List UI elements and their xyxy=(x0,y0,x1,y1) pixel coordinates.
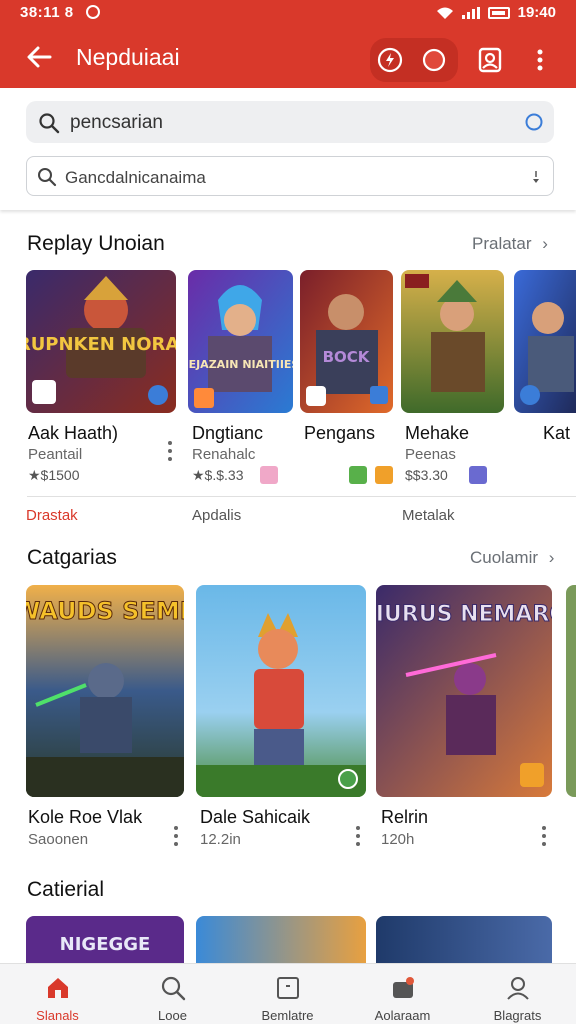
game-card-3-badge-a xyxy=(349,466,367,484)
profile-icon xyxy=(507,977,529,1000)
game-card-1-sub: Peantail xyxy=(28,446,83,463)
nav-label-profile: Blagrats xyxy=(493,1008,542,1023)
tag-metalak[interactable]: Metalak xyxy=(402,507,455,524)
third-card-2-art[interactable] xyxy=(196,916,366,964)
section-title-third: Catierial xyxy=(27,878,105,901)
game-card-1-art[interactable]: ERUPNKEN NORALI xyxy=(26,270,176,413)
category-card-3-art[interactable]: SIURUS NEMARO xyxy=(376,585,552,797)
category-card-4-art[interactable] xyxy=(566,585,576,797)
category-card-2-art[interactable] xyxy=(196,585,366,797)
notification-icon xyxy=(86,5,100,19)
status-time: 38:11 8 xyxy=(20,4,74,21)
status-bar: 38:11 8 19:40 xyxy=(0,0,576,26)
game-card-3-badge-b xyxy=(375,466,393,484)
category-card-2-sub: 12.2in xyxy=(200,831,241,848)
status-right-time: 19:40 xyxy=(517,4,556,21)
chevron-right-icon: › xyxy=(548,548,555,567)
category-card-3-menu[interactable] xyxy=(541,826,547,848)
arrow-back-icon xyxy=(27,46,52,68)
game-card-1-art-title: ERUPNKEN NORALI xyxy=(26,334,176,355)
top-app-bar: 38:11 8 19:40 Nepduiaai xyxy=(0,0,576,90)
section-link-replay[interactable]: Pralatar › xyxy=(472,234,548,254)
category-card-2-name: Dale Sahicaik xyxy=(200,807,311,827)
category-card-1-menu[interactable] xyxy=(173,826,179,848)
search-icon xyxy=(38,168,57,187)
game-card-5-art[interactable] xyxy=(514,270,576,413)
game-card-3-art[interactable]: BOCK xyxy=(300,270,393,413)
voice-search-icon[interactable] xyxy=(524,112,544,132)
game-card-2-art[interactable]: SEJAZAIN NIAITIIES xyxy=(188,270,293,413)
category-card-3-name: Relrin xyxy=(381,807,429,827)
third-card-1-art[interactable]: NIGEGGE xyxy=(26,916,184,964)
page-title: Nepduiaai xyxy=(76,44,180,70)
wifi-icon xyxy=(436,7,454,19)
category-card-3-art-title: SIURUS NEMARO xyxy=(376,602,552,627)
game-card-2-art-title: SEJAZAIN NIAITIIES xyxy=(188,358,293,371)
record-button[interactable] xyxy=(418,44,450,76)
nav-item-library[interactable]: Bemlatre xyxy=(230,964,345,1024)
game-card-1-price: ★$1500 xyxy=(28,467,80,483)
game-card-4-name: Mehake xyxy=(405,423,470,443)
game-card-4-art[interactable] xyxy=(401,270,504,413)
search-input[interactable]: pencsarian xyxy=(26,101,554,143)
game-card-4-badge xyxy=(469,466,487,484)
signal-icon xyxy=(461,6,480,19)
nav-label-search: Looe xyxy=(158,1008,187,1023)
category-card-1-art-title: WAUDS SEME xyxy=(26,597,184,625)
nav-label-home: Slanals xyxy=(36,1008,79,1023)
game-card-3-art-title: BOCK xyxy=(323,348,371,366)
game-card-3-name: Pengans xyxy=(304,423,376,443)
section-link-categories[interactable]: Cuolamir › xyxy=(470,548,554,568)
battery-icon xyxy=(487,6,510,19)
bottom-navigation: Slanals Looe Bemlatre Aolaraam Blagrats xyxy=(0,963,576,1024)
game-card-5-name: Kat xyxy=(543,423,571,443)
section-title-categories: Catgarias xyxy=(27,546,117,569)
home-icon xyxy=(48,978,68,998)
nav-item-profile[interactable]: Blagrats xyxy=(460,964,575,1024)
account-button[interactable] xyxy=(474,44,506,76)
nav-item-home[interactable]: Slanals xyxy=(0,964,115,1024)
nav-item-search[interactable]: Looe xyxy=(115,964,230,1024)
third-card-3-art[interactable] xyxy=(376,916,552,964)
category-card-1-name: Kole Roe Vlak xyxy=(28,807,143,827)
game-card-4-price: $$3.30 xyxy=(405,467,448,483)
game-card-2-price: ★$.$.33 xyxy=(192,467,244,483)
section-link-label: Pralatar xyxy=(472,234,532,253)
category-card-3-sub: 120h xyxy=(381,831,415,848)
dropdown-arrows-icon xyxy=(533,171,539,183)
more-vert-icon xyxy=(537,49,543,71)
game-card-2-badge xyxy=(260,466,278,484)
apps-icon xyxy=(393,977,414,998)
search-icon xyxy=(161,976,186,1001)
record-icon xyxy=(422,48,446,72)
search-icon xyxy=(39,113,60,134)
tag-apdalis[interactable]: Apdalis xyxy=(192,507,241,524)
account-search-icon xyxy=(478,47,502,73)
nav-label-apps: Aolaraam xyxy=(374,1008,431,1023)
rewards-icon xyxy=(377,47,403,73)
game-card-1-name: Aak Haath) xyxy=(28,423,119,443)
filter-dropdown[interactable]: Gancdalnicanaima xyxy=(26,156,554,196)
game-card-1-menu[interactable] xyxy=(167,441,173,463)
game-card-4-sub: Peenas xyxy=(405,446,456,463)
category-card-2-menu[interactable] xyxy=(355,826,361,848)
search-input-value: pencsarian xyxy=(70,112,163,133)
category-card-1-art[interactable]: WAUDS SEME xyxy=(26,585,184,797)
chevron-right-icon: › xyxy=(542,234,548,253)
more-options-button[interactable] xyxy=(528,44,552,76)
category-card-1-sub: Saoonen xyxy=(28,831,89,848)
nav-label-library: Bemlatre xyxy=(261,1008,314,1023)
section-title-replay: Replay Unoian xyxy=(27,232,165,255)
third-card-1-art-title: NIGEGGE xyxy=(60,934,151,955)
filter-dropdown-value: Gancdalnicanaima xyxy=(65,168,206,187)
game-card-2-name: Dngtianc xyxy=(192,423,264,443)
library-icon xyxy=(277,977,299,999)
back-button[interactable] xyxy=(22,40,56,74)
rewards-button[interactable] xyxy=(374,44,406,76)
nav-item-apps[interactable]: Aolaraam xyxy=(345,964,460,1024)
section-link-label: Cuolamir xyxy=(470,548,539,567)
game-card-2-sub: Renahalc xyxy=(192,446,256,463)
tag-drastak[interactable]: Drastak xyxy=(26,507,78,524)
divider xyxy=(27,496,576,497)
